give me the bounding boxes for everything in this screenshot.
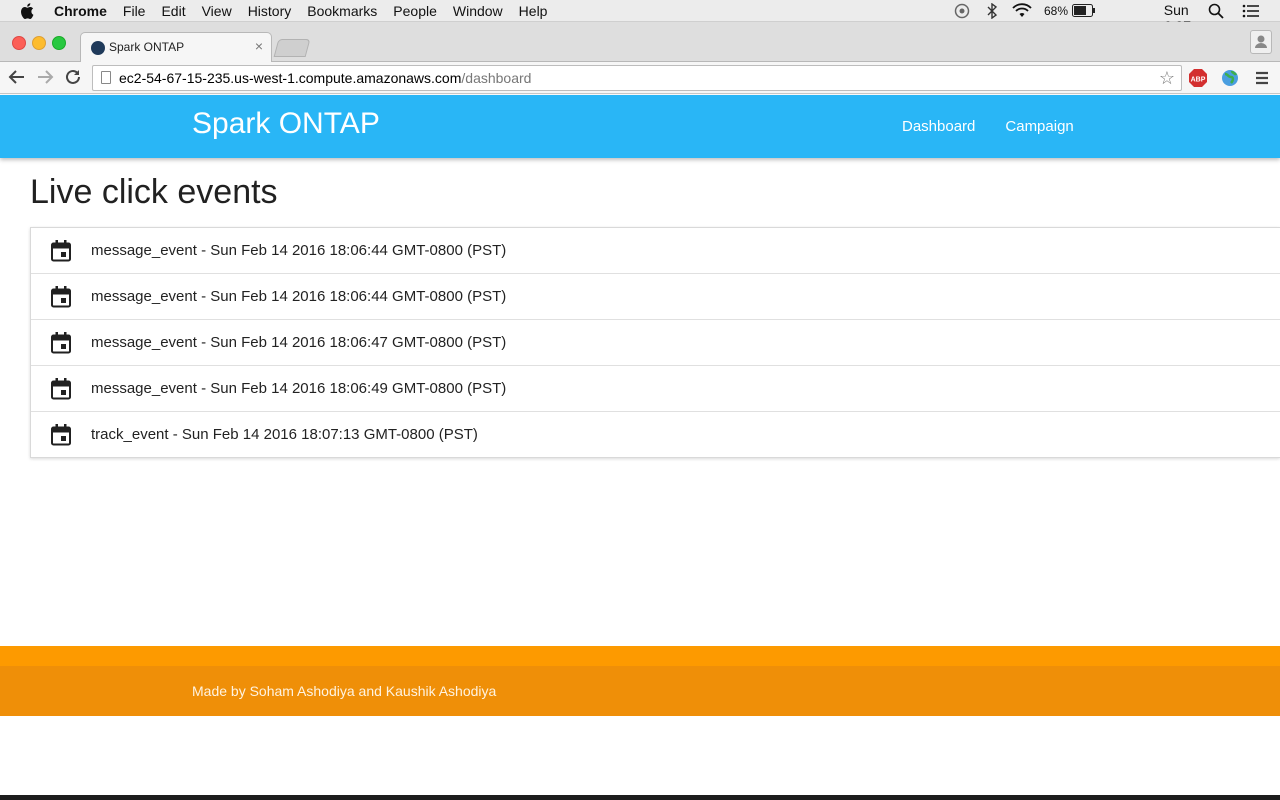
adblock-plus-icon[interactable]: ABP (1188, 68, 1208, 88)
window-minimize-button[interactable] (32, 36, 46, 50)
calendar-icon (51, 240, 71, 262)
event-text: message_event - Sun Feb 14 2016 18:06:44… (91, 242, 507, 259)
window-maximize-button[interactable] (52, 36, 66, 50)
app-header: Spark ONTAP Dashboard Campaign (0, 95, 1280, 158)
main-nav: Dashboard Campaign (902, 118, 1104, 135)
menu-bookmarks[interactable]: Bookmarks (307, 2, 377, 20)
event-text: message_event - Sun Feb 14 2016 18:06:49… (91, 380, 507, 397)
back-arrow-icon[interactable] (8, 68, 26, 86)
url-path: /dashboard (461, 70, 532, 86)
bookmark-star-icon[interactable]: ☆ (1159, 68, 1175, 88)
battery-percent: 68% (1043, 4, 1068, 18)
person-icon (1255, 35, 1267, 48)
calendar-icon (51, 286, 71, 308)
chrome-menu-icon[interactable] (1252, 68, 1272, 88)
menu-file[interactable]: File (123, 2, 146, 20)
event-text: message_event - Sun Feb 14 2016 18:06:44… (91, 288, 507, 305)
desktop-edge (0, 795, 1280, 800)
bluetooth-icon[interactable] (986, 3, 998, 19)
page-title: Live click events (30, 173, 278, 211)
tab-spark-ontap[interactable]: Spark ONTAP × (80, 32, 272, 62)
menu-history[interactable]: History (248, 2, 292, 20)
brand-logo[interactable]: Spark ONTAP (192, 107, 380, 141)
menu-app-chrome[interactable]: Chrome (54, 2, 107, 20)
footer-band (0, 646, 1280, 666)
menu-view[interactable]: View (202, 2, 232, 20)
nav-dashboard[interactable]: Dashboard (902, 118, 975, 135)
menu-help[interactable]: Help (519, 2, 548, 20)
browser-toolbar: ec2-54-67-15-235.us-west-1.compute.amazo… (0, 62, 1280, 94)
event-text: track_event - Sun Feb 14 2016 18:07:13 G… (91, 426, 478, 443)
nav-campaign[interactable]: Campaign (1005, 118, 1073, 135)
list-item: message_event - Sun Feb 14 2016 18:06:44… (31, 274, 1280, 320)
svg-text:ABP: ABP (1191, 77, 1206, 84)
event-list: message_event - Sun Feb 14 2016 18:06:44… (30, 227, 1280, 458)
apple-logo-icon[interactable] (20, 3, 34, 19)
spark-favicon-icon (91, 41, 105, 55)
page-icon (101, 71, 111, 84)
vpn-icon[interactable] (954, 3, 970, 19)
tab-title: Spark ONTAP (109, 40, 185, 54)
menu-people[interactable]: People (393, 2, 437, 20)
list-item: track_event - Sun Feb 14 2016 18:07:13 G… (31, 412, 1280, 457)
calendar-icon (51, 378, 71, 400)
wifi-icon[interactable] (1012, 3, 1032, 19)
calendar-icon (51, 332, 71, 354)
footer-credit: Made by Soham Ashodiya and Kaushik Ashod… (192, 683, 497, 699)
tab-close-icon[interactable]: × (255, 38, 263, 54)
menu-edit[interactable]: Edit (161, 2, 185, 20)
mac-menu-bar: Chrome File Edit View History Bookmarks … (0, 0, 1280, 50)
forward-arrow-icon[interactable] (36, 68, 54, 86)
url-text[interactable]: ec2-54-67-15-235.us-west-1.compute.amazo… (119, 70, 531, 86)
notification-center-icon[interactable] (1242, 3, 1260, 19)
reload-icon[interactable] (64, 68, 82, 86)
list-item: message_event - Sun Feb 14 2016 18:06:49… (31, 366, 1280, 412)
window-close-button[interactable] (12, 36, 26, 50)
browser-tab-strip: Spark ONTAP × (0, 22, 1280, 62)
page-footer: Made by Soham Ashodiya and Kaushik Ashod… (0, 646, 1280, 716)
list-item: message_event - Sun Feb 14 2016 18:06:44… (31, 228, 1280, 274)
menu-window[interactable]: Window (453, 2, 503, 20)
globe-extension-icon[interactable] (1220, 68, 1240, 88)
spotlight-search-icon[interactable] (1208, 3, 1224, 19)
url-host: ec2-54-67-15-235.us-west-1.compute.amazo… (119, 70, 462, 86)
list-item: message_event - Sun Feb 14 2016 18:06:47… (31, 320, 1280, 366)
address-bar[interactable]: ec2-54-67-15-235.us-west-1.compute.amazo… (92, 65, 1182, 91)
new-tab-button[interactable] (273, 39, 311, 57)
battery-icon[interactable] (1072, 4, 1096, 18)
event-text: message_event - Sun Feb 14 2016 18:06:47… (91, 334, 507, 351)
calendar-icon (51, 424, 71, 446)
profile-button[interactable] (1250, 30, 1272, 54)
